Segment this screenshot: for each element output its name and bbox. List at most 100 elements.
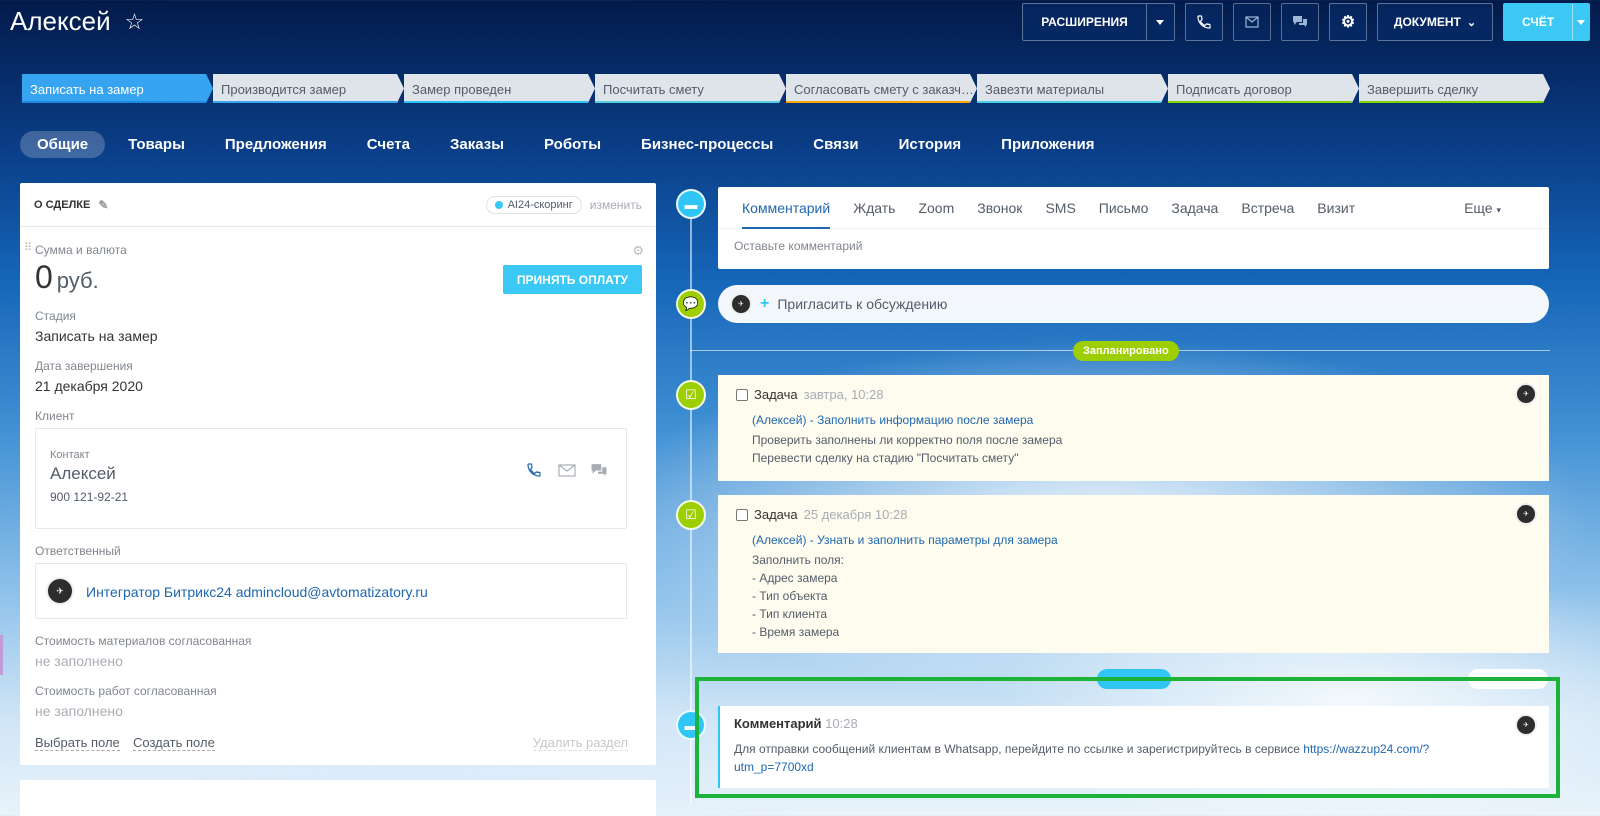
- task-description-line: Проверить заполнены ли корректно поля по…: [752, 433, 1063, 447]
- change-link[interactable]: изменить: [590, 198, 642, 212]
- today-badge: [1097, 669, 1171, 689]
- phone-button[interactable]: [1185, 3, 1223, 41]
- tab-zoom[interactable]: Zoom: [918, 200, 954, 216]
- chat-icon[interactable]: [590, 463, 608, 483]
- stage-color-bar: [786, 101, 970, 103]
- stage-8[interactable]: Завершить сделку: [1359, 74, 1550, 103]
- responsible-label: Ответственный: [35, 544, 121, 558]
- scoring-icon: [494, 200, 503, 209]
- client-label: Клиент: [35, 409, 75, 423]
- task-link[interactable]: (Алексей) - Узнать и заполнить параметры…: [752, 533, 1058, 547]
- tab-business-processes[interactable]: Бизнес-процессы: [624, 131, 790, 158]
- filter-badge[interactable]: [1468, 669, 1548, 689]
- scoring-chip[interactable]: AI24-скоринг: [485, 195, 582, 214]
- document-label: ДОКУМЕНТ: [1393, 15, 1461, 29]
- tab-invoices[interactable]: Счета: [350, 131, 427, 158]
- extensions-label: РАСШИРЕНИЯ: [1041, 15, 1128, 29]
- tab-robots[interactable]: Роботы: [527, 131, 618, 158]
- currency: руб.: [56, 268, 99, 293]
- contact-label: Контакт: [50, 449, 90, 461]
- chevron-down-icon[interactable]: [1572, 4, 1589, 40]
- discussion-icon: 💬: [676, 289, 706, 319]
- deal-title-text: О СДЕЛКЕ: [34, 198, 91, 211]
- invite-bar[interactable]: ✈ + Пригласить к обсуждению: [718, 285, 1549, 323]
- star-icon[interactable]: ☆: [125, 9, 145, 35]
- avatar[interactable]: ✈: [1515, 503, 1537, 525]
- works-label: Стоимость работ согласованная: [35, 684, 217, 698]
- tab-general[interactable]: Общие: [20, 131, 106, 158]
- stage-1[interactable]: Записать на замер: [22, 74, 213, 103]
- sum-value: 0 руб.: [35, 259, 99, 296]
- delete-section-link[interactable]: Удалить раздел: [532, 735, 628, 751]
- activity-editor: Комментарий Ждать Zoom Звонок SMS Письмо…: [718, 187, 1549, 269]
- tab-comment[interactable]: Комментарий: [742, 200, 831, 229]
- task-checkbox[interactable]: [736, 388, 748, 401]
- sum-amount: 0: [35, 259, 53, 295]
- invoice-button[interactable]: СЧЁТ: [1503, 3, 1590, 41]
- extensions-button[interactable]: РАСШИРЕНИЯ: [1022, 3, 1175, 41]
- avatar[interactable]: ✈: [1515, 714, 1537, 736]
- tab-history[interactable]: История: [882, 131, 979, 158]
- title-row: Алексей ☆: [10, 6, 144, 37]
- pencil-icon[interactable]: ✎: [98, 198, 108, 212]
- more-menu[interactable]: Еще ▾: [1464, 200, 1501, 216]
- task-type: Задача: [754, 507, 798, 522]
- task-type: Задача: [754, 387, 798, 402]
- tab-apps[interactable]: Приложения: [984, 131, 1111, 158]
- stage-color-bar: [977, 101, 1161, 103]
- date-label: Дата завершения: [35, 359, 133, 373]
- contact-phone[interactable]: 900 121-92-21: [50, 490, 128, 504]
- task-item: Задача завтра, 10:28 ✈ (Алексей) - Запол…: [718, 375, 1549, 481]
- chevron-down-icon: ▾: [1496, 204, 1501, 215]
- stage-4[interactable]: Посчитать смету: [595, 74, 786, 103]
- task-description-line: - Тип клиента: [752, 607, 828, 621]
- stage-5[interactable]: Согласовать смету с заказч…: [786, 74, 977, 103]
- task-description-line: - Адрес замера: [752, 571, 838, 585]
- tab-links[interactable]: Связи: [796, 131, 875, 158]
- tab-orders[interactable]: Заказы: [433, 131, 521, 158]
- stage-2[interactable]: Производится замер: [213, 74, 404, 103]
- task-time: 25 декабря 10:28: [803, 507, 908, 522]
- tab-task[interactable]: Задача: [1171, 200, 1218, 216]
- settings-button[interactable]: ⚙: [1329, 3, 1367, 41]
- select-field-link[interactable]: Выбрать поле: [35, 735, 120, 751]
- tab-wait[interactable]: Ждать: [853, 200, 895, 216]
- stage-7[interactable]: Подписать договор: [1168, 74, 1359, 103]
- comment-input[interactable]: Оставьте комментарий: [718, 229, 1549, 263]
- chevron-down-icon[interactable]: [1145, 4, 1174, 40]
- tab-visit[interactable]: Визит: [1317, 200, 1355, 216]
- page-title: Алексей: [10, 6, 111, 36]
- tab-proposals[interactable]: Предложения: [208, 131, 344, 158]
- plus-icon[interactable]: +: [760, 295, 769, 313]
- avatar[interactable]: ✈: [46, 577, 74, 605]
- deal-card-header: О СДЕЛКЕ ✎ AI24-скоринг изменить: [20, 183, 656, 227]
- tab-meeting[interactable]: Встреча: [1241, 200, 1294, 216]
- stage-3[interactable]: Замер проведен: [404, 74, 595, 103]
- tab-products[interactable]: Товары: [111, 131, 202, 158]
- responsible-name[interactable]: Интегратор Битрикс24 admincloud@avtomati…: [86, 584, 428, 600]
- create-field-link[interactable]: Создать поле: [133, 735, 215, 751]
- tab-call[interactable]: Звонок: [977, 200, 1022, 216]
- mail-icon[interactable]: [558, 464, 576, 482]
- phone-icon[interactable]: [526, 462, 542, 483]
- avatar[interactable]: ✈: [1515, 383, 1537, 405]
- mail-button[interactable]: [1233, 3, 1271, 41]
- document-button[interactable]: ДОКУМЕНТ ⌄: [1377, 3, 1493, 41]
- tab-email[interactable]: Письмо: [1099, 200, 1149, 216]
- accept-payment-button[interactable]: ПРИНЯТЬ ОПЛАТУ: [502, 265, 642, 294]
- drag-handle-icon[interactable]: ⠿: [24, 241, 32, 254]
- chat-button[interactable]: [1281, 3, 1319, 41]
- next-card: [20, 780, 656, 816]
- contact-name[interactable]: Алексей: [50, 464, 116, 484]
- task-checkbox[interactable]: [736, 508, 748, 521]
- task-description-line: - Тип объекта: [752, 589, 828, 603]
- invoice-label: СЧЁТ: [1522, 15, 1555, 29]
- comment-header: Комментарий 10:28: [734, 716, 858, 731]
- date-value: 21 декабря 2020: [35, 378, 143, 394]
- scoring-label: AI24-скоринг: [507, 198, 573, 211]
- stage-color-bar: [1359, 101, 1543, 103]
- tab-sms[interactable]: SMS: [1045, 200, 1075, 216]
- task-link[interactable]: (Алексей) - Заполнить информацию после з…: [752, 413, 1033, 427]
- stage-6[interactable]: Завезти материалы: [977, 74, 1168, 103]
- gear-icon[interactable]: ⚙: [632, 243, 644, 259]
